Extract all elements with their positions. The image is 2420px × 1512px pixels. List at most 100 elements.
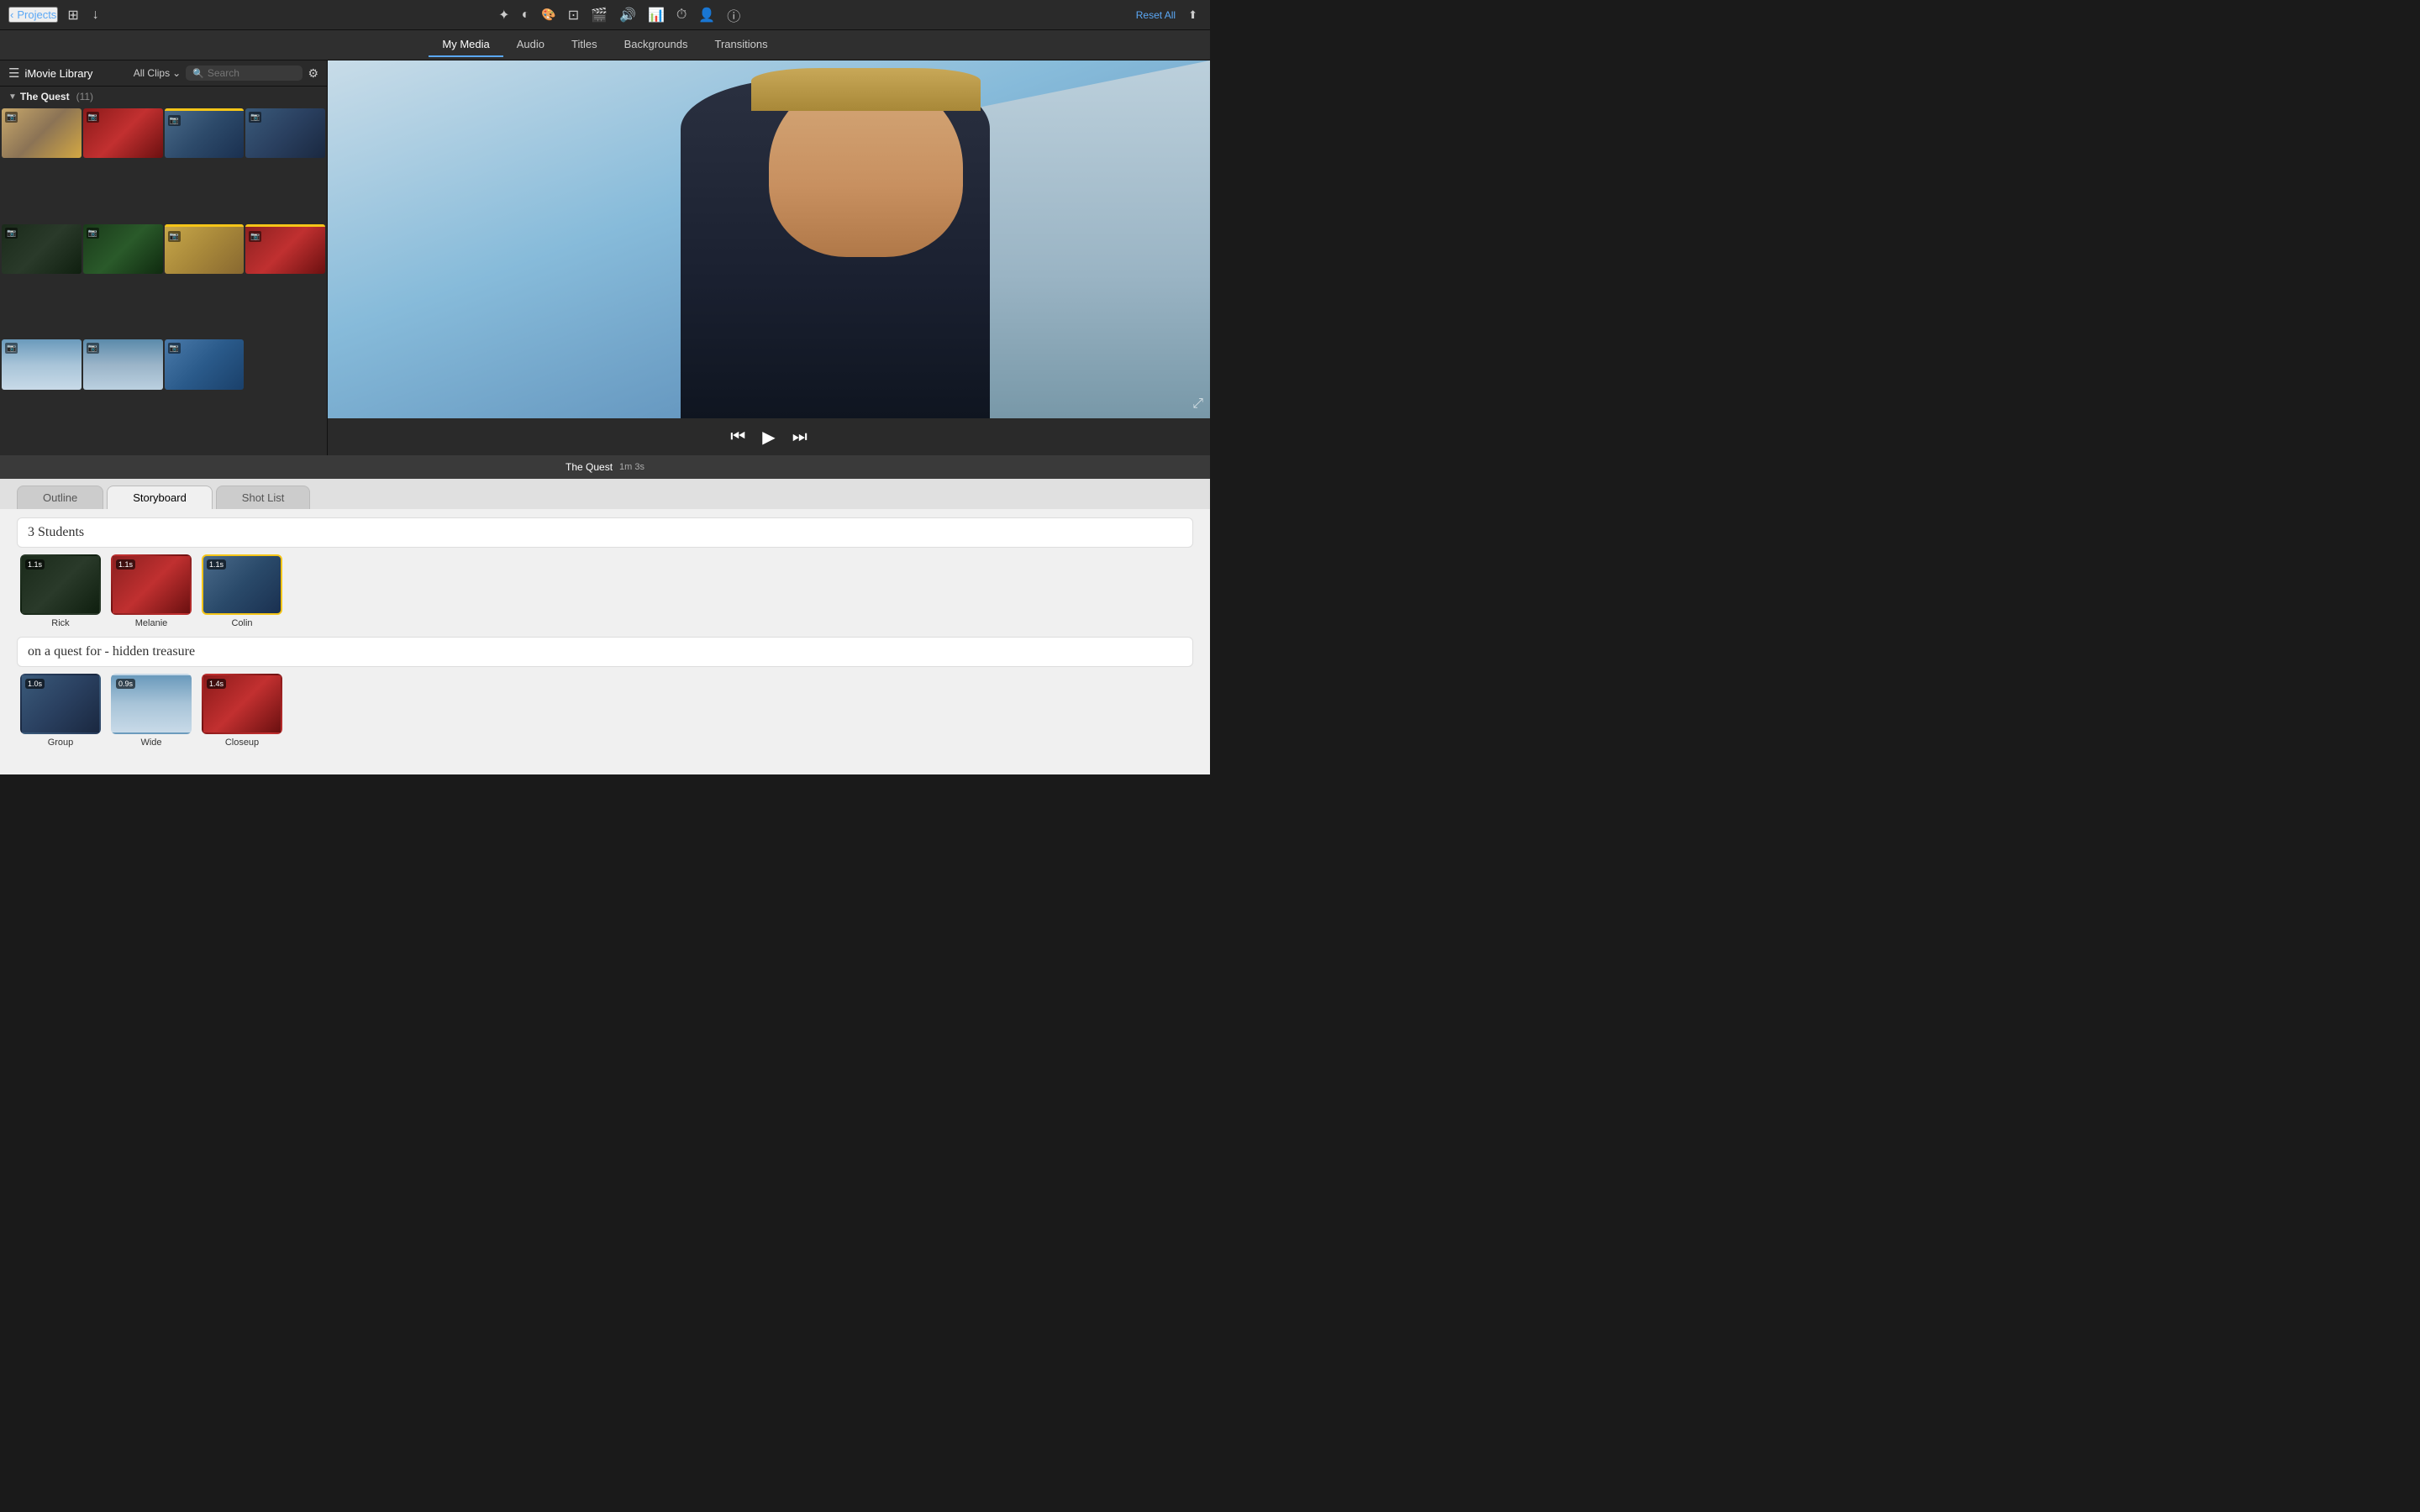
story-clip-rick: 1.1s Rick [20,554,101,628]
search-bar[interactable]: 🔍 [186,66,302,81]
selection-bar [165,108,245,111]
closeup-duration: 1.4s [207,679,226,689]
clip-greenhouse[interactable]: 📷 [2,224,82,274]
photo-icon: 📷 [87,343,99,354]
storyboard-content: 3 Students 1.1s Rick 1.1s Melanie [0,509,1210,774]
project-name: The Quest [566,461,613,473]
search-icon: 🔍 [192,68,204,79]
colin-duration: 1.1s [207,559,226,570]
story-clip-wide: 0.9s Wide [111,674,192,748]
reset-all-button[interactable]: Reset All [1136,9,1176,21]
story-clip-melanie: 1.1s Melanie [111,554,192,628]
video-preview: ⤢ [328,60,1210,418]
quest-header: ▼ The Quest (11) [0,87,327,107]
speed-button[interactable]: ⏱ [671,2,692,29]
top-bar-right: Reset All ⬆ [1136,6,1202,24]
tab-titles[interactable]: Titles [558,33,611,57]
left-panel: ☰ iMovie Library All Clips ⌄ 🔍 ⚙ ▼ The Q… [0,60,328,455]
photo-icon: 📷 [168,115,181,126]
melanie-label: Melanie [135,618,168,628]
fullscreen-button[interactable]: ⤢ [1192,396,1203,412]
skip-back-button[interactable]: ⏮ [730,428,745,447]
clips-grid: 📷 📷 📷 📷 📷 📷 📷 [0,107,327,455]
show-hide-button[interactable]: ⊞ [63,4,82,26]
clip-sky1[interactable]: 📷 [2,339,82,389]
tab-outline[interactable]: Outline [17,486,103,509]
clip-girl-red[interactable]: 📷 [245,224,325,274]
tabs-bar: Outline Storyboard Shot List [0,479,1210,509]
arrange-button[interactable]: ↓ [88,5,103,25]
project-title-bar: The Quest 1m 3s [0,455,1210,479]
stabilize-button[interactable]: 🎬 [586,2,613,29]
library-header: ☰ iMovie Library All Clips ⌄ 🔍 ⚙ [0,60,327,87]
section-clips-row-students: 1.1s Rick 1.1s Melanie 1.1s Colin [17,554,1193,628]
wide-duration: 0.9s [116,679,135,689]
clip-leaf-red[interactable]: 📷 [83,108,163,158]
photo-icon: 📷 [168,343,181,354]
photo-icon: 📷 [5,228,18,239]
people-button[interactable]: 👤 [693,2,720,29]
clip-blue-arch[interactable]: 📷 [165,339,245,389]
back-button[interactable]: ‹ Projects [8,7,58,23]
right-side: ⤢ ⏮ ▶ ⏭ [328,60,1210,455]
photo-icon: 📷 [87,112,99,123]
clip-person-arch[interactable]: 📷 [165,108,245,158]
play-button[interactable]: ▶ [762,427,775,448]
story-thumb-closeup[interactable]: 1.4s [202,674,282,734]
story-clip-closeup: 1.4s Closeup [202,674,282,748]
back-chevron-icon: ‹ [10,8,13,21]
search-input[interactable] [208,67,297,79]
photo-icon: 📷 [249,112,261,123]
story-section-students: 3 Students 1.1s Rick 1.1s Melanie [17,517,1193,628]
tab-backgrounds[interactable]: Backgrounds [611,33,702,57]
clip-group-look[interactable]: 📷 [245,108,325,158]
clip-plants[interactable]: 📷 [83,224,163,274]
project-duration: 1m 3s [619,462,644,472]
clip-sky2[interactable]: 📷 [83,339,163,389]
colin-label: Colin [231,618,252,628]
story-thumb-melanie[interactable]: 1.1s [111,554,192,615]
skip-forward-button[interactable]: ⏭ [792,428,808,447]
info-button[interactable]: ⓘ [722,2,745,29]
top-area: ☰ iMovie Library All Clips ⌄ 🔍 ⚙ ▼ The Q… [0,60,1210,455]
top-bar: ‹ Projects ⊞ ↓ ✦ ◐ 🎨 ⊡ 🎬 🔊 📊 ⏱ 👤 ⓘ Reset… [0,0,1210,30]
tab-storyboard[interactable]: Storyboard [107,486,213,509]
tab-audio[interactable]: Audio [503,33,558,57]
story-thumb-colin[interactable]: 1.1s [202,554,282,615]
section-label-students: 3 Students [17,517,1193,548]
photo-icon: 📷 [168,231,181,242]
clip-leaves1[interactable]: 📷 [2,108,82,158]
quest-title: The Quest [20,91,70,102]
section-label-quest: on a quest for - hidden treasure [17,637,1193,667]
back-label: Projects [17,8,56,21]
share-button[interactable]: ⬆ [1184,6,1202,24]
selection-bar [245,224,325,227]
crop-button[interactable]: ⊡ [563,2,584,29]
clip-steps[interactable]: 📷 [165,224,245,274]
editor-tools-bar: ✦ ◐ 🎨 ⊡ 🎬 🔊 📊 ⏱ 👤 ⓘ [110,2,1129,29]
story-thumb-group[interactable]: 1.0s [20,674,101,734]
story-thumb-wide[interactable]: 0.9s [111,674,192,734]
tab-shot-list[interactable]: Shot List [216,486,311,509]
noise-reduce-button[interactable]: 📊 [643,2,670,29]
top-bar-left: ‹ Projects ⊞ ↓ [8,4,103,26]
section-clips-row-quest: 1.0s Group 0.9s Wide 1.4s Closeup [17,674,1193,748]
rick-label: Rick [51,618,69,628]
group-duration: 1.0s [25,679,45,689]
tab-transitions[interactable]: Transitions [701,33,781,57]
clips-dropdown-button[interactable]: All Clips ⌄ [134,67,181,79]
playback-controls: ⏮ ▶ ⏭ [328,418,1210,455]
tab-my-media[interactable]: My Media [429,33,502,57]
settings-button[interactable]: ⚙ [308,66,318,81]
color-balance-button[interactable]: ◐ [517,2,535,29]
group-label: Group [48,738,74,748]
story-thumb-rick[interactable]: 1.1s [20,554,101,615]
volume-button[interactable]: 🔊 [614,2,641,29]
selection-bar [165,224,245,227]
sidebar-toggle-button[interactable]: ☰ [8,66,19,81]
magic-wand-button[interactable]: ✦ [493,2,514,29]
photo-icon: 📷 [249,231,261,242]
color-correct-button[interactable]: 🎨 [536,2,560,29]
photo-icon: 📷 [5,112,18,123]
story-clip-group: 1.0s Group [20,674,101,748]
